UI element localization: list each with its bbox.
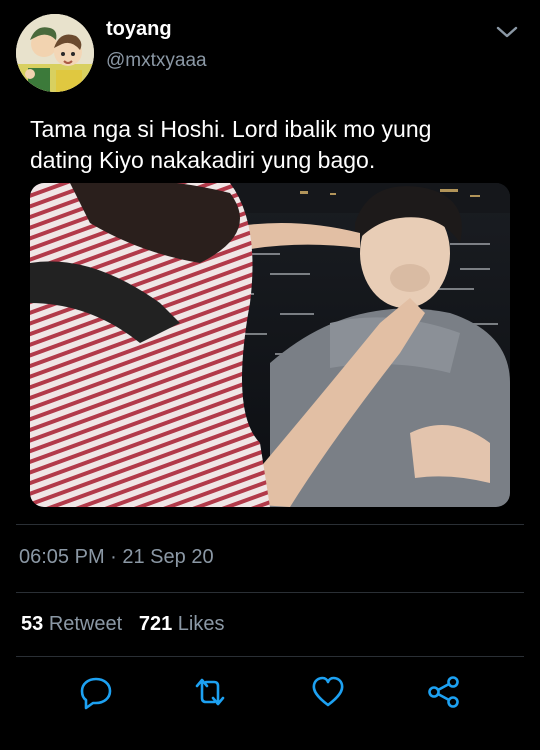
- tweet-timestamp[interactable]: 06:05 PM · 21 Sep 20: [19, 546, 214, 569]
- divider: [16, 656, 524, 657]
- tweet-text-line: Tama nga si Hoshi. Lord ibalik mo yung: [30, 116, 432, 142]
- retweet-icon[interactable]: [188, 670, 232, 714]
- like-label[interactable]: Likes: [178, 613, 225, 635]
- tweet-actions: [0, 670, 540, 720]
- avatar[interactable]: [16, 14, 94, 92]
- divider: [16, 592, 524, 593]
- photo-image: [30, 183, 510, 507]
- share-icon[interactable]: [422, 670, 466, 714]
- user-handle[interactable]: @mxtxyaaa: [106, 50, 207, 72]
- retweet-label[interactable]: Retweet: [49, 613, 122, 635]
- tweet-media-photo[interactable]: [30, 183, 510, 507]
- divider: [16, 524, 524, 525]
- tweet-header: toyang @mxtxyaaa: [0, 0, 540, 100]
- like-count[interactable]: 721: [139, 613, 172, 635]
- tweet-text-line: dating Kiyo nakakadiri yung bago.: [30, 147, 376, 173]
- tweet-stats: 53 Retweet 721 Likes: [21, 613, 225, 636]
- tweet-text: Tama nga si Hoshi. Lord ibalik mo yung d…: [30, 114, 520, 176]
- retweet-count[interactable]: 53: [21, 613, 43, 635]
- reply-icon[interactable]: [74, 670, 118, 714]
- display-name[interactable]: toyang: [106, 18, 172, 41]
- heart-icon[interactable]: [306, 670, 350, 714]
- chevron-down-icon[interactable]: [494, 22, 520, 42]
- avatar-image: [16, 14, 94, 92]
